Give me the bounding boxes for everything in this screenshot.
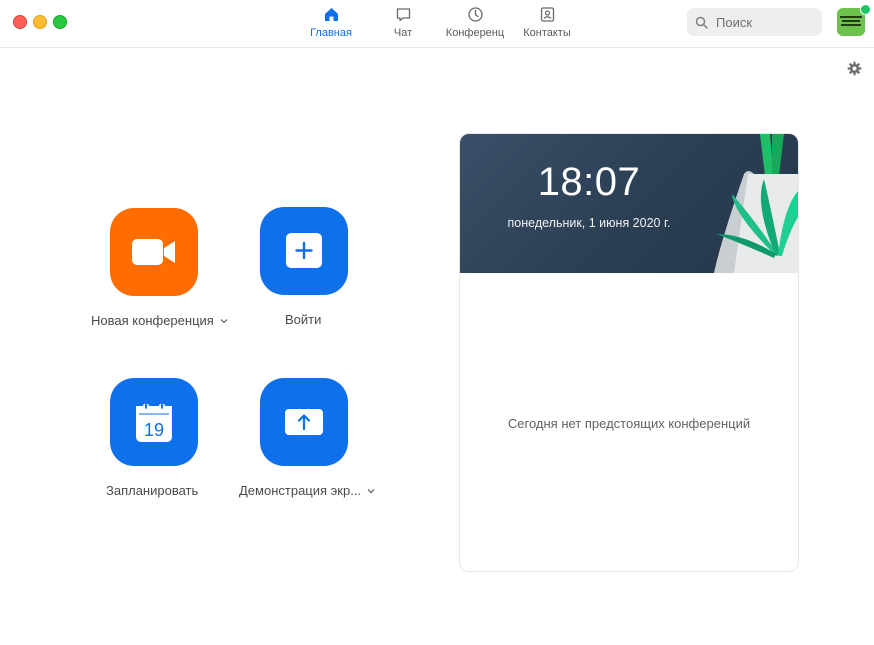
clock-icon [467, 7, 483, 22]
tab-home-label: Главная [310, 27, 352, 39]
home-icon [324, 8, 338, 21]
gear-icon[interactable] [847, 61, 862, 76]
close-window-button[interactable] [13, 15, 27, 29]
chevron-down-icon[interactable] [367, 488, 375, 494]
title-bar: Главная Чат Конференц Контакты [0, 0, 874, 48]
search-icon [695, 16, 708, 29]
tab-contacts-label: Контакты [523, 27, 571, 39]
tab-meetings-label: Конференц [445, 27, 505, 39]
zoom-window-button[interactable] [53, 15, 67, 29]
current-date: понедельник, 1 июня 2020 г. [507, 216, 671, 230]
calendar-icon: 19 [136, 402, 172, 442]
tab-contacts[interactable]: Контакты [519, 6, 575, 44]
clock-banner: 18:07 понедельник, 1 июня 2020 г. [460, 134, 798, 273]
tab-meetings[interactable]: Конференц [441, 6, 509, 44]
chat-icon [396, 8, 410, 22]
new-meeting-label[interactable]: Новая конференция [91, 313, 228, 328]
minimize-window-button[interactable] [33, 15, 47, 29]
join-button[interactable] [260, 207, 348, 295]
search-input[interactable] [714, 13, 818, 31]
contacts-icon [540, 7, 554, 22]
join-label: Войти [285, 312, 322, 327]
schedule-button[interactable]: 19 [110, 378, 198, 466]
share-screen-button[interactable] [260, 378, 348, 466]
tab-chat[interactable]: Чат [383, 6, 423, 44]
calendar-day-number: 19 [144, 420, 164, 440]
presence-status-dot [860, 4, 871, 15]
share-screen-icon [285, 409, 323, 435]
plant-illustration [714, 134, 798, 273]
search-box[interactable] [687, 8, 822, 36]
no-meetings-message: Сегодня нет предстоящих конференций [507, 416, 751, 431]
current-time: 18:07 [537, 160, 641, 204]
share-screen-label[interactable]: Демонстрация экр... [239, 483, 375, 498]
tab-chat-label: Чат [393, 27, 413, 39]
upcoming-meetings-panel: 18:07 понедельник, 1 июня 2020 г. Сегодн… [459, 133, 799, 572]
chevron-down-icon[interactable] [220, 318, 228, 324]
new-meeting-button[interactable] [110, 208, 198, 296]
schedule-label: Запланировать [106, 483, 199, 498]
tab-home[interactable]: Главная [306, 6, 356, 44]
plus-icon [286, 233, 322, 268]
video-camera-icon [132, 239, 175, 265]
